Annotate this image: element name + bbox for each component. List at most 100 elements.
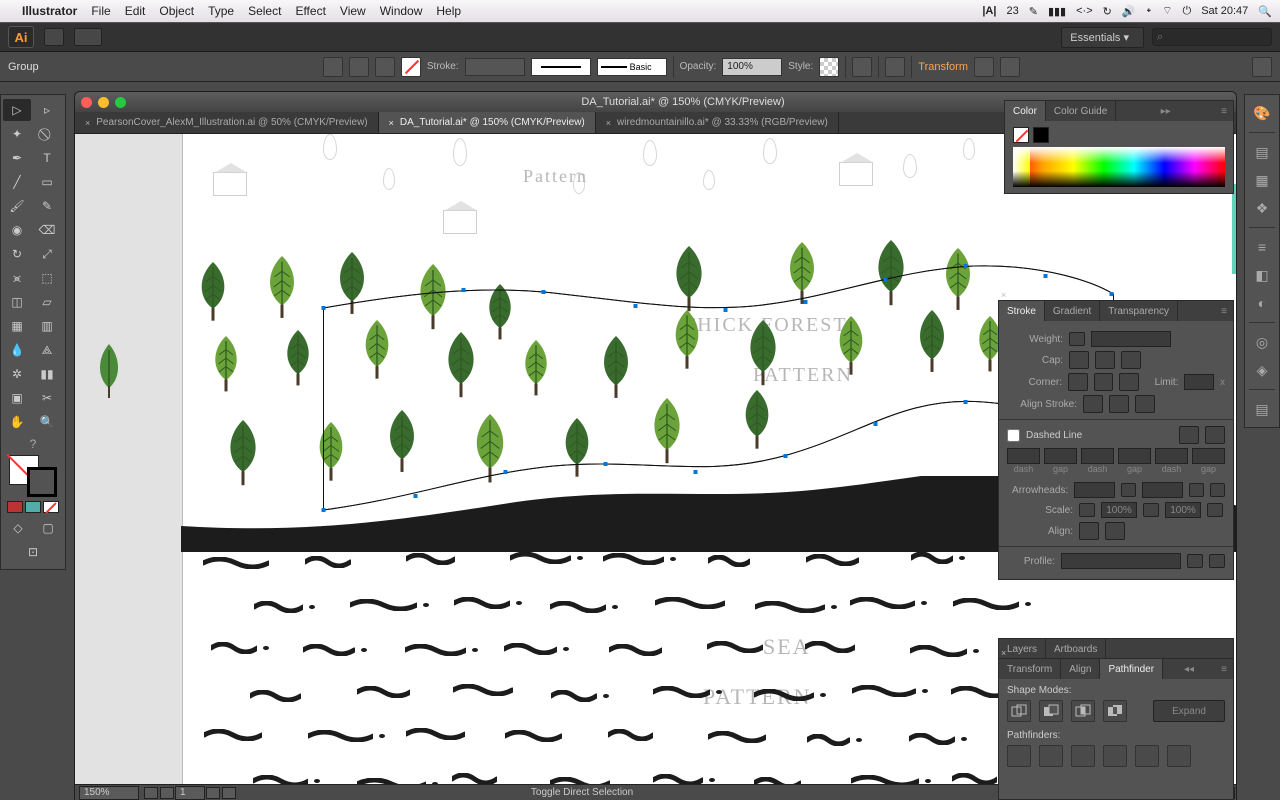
- power-icon[interactable]: ⏻: [1183, 5, 1192, 18]
- blend-tool[interactable]: ⟁: [33, 339, 61, 361]
- first-artboard-btn[interactable]: [144, 787, 158, 799]
- menu-object[interactable]: Object: [159, 4, 194, 18]
- align-outside-btn[interactable]: [1135, 395, 1155, 413]
- help-ctrl[interactable]: [375, 57, 395, 77]
- close-icon[interactable]: ×: [606, 118, 611, 128]
- graphic-styles-icon[interactable]: ◈: [1249, 358, 1275, 382]
- paintbrush-tool[interactable]: 🖌: [3, 195, 31, 217]
- brush-definition[interactable]: Basic: [597, 58, 667, 76]
- app-menu-name[interactable]: Illustrator: [22, 4, 77, 18]
- profile-flip-y[interactable]: [1209, 554, 1225, 568]
- align-center-btn[interactable]: [1083, 395, 1103, 413]
- artboards-tab[interactable]: Artboards: [1046, 639, 1106, 659]
- color-tab[interactable]: Color: [1005, 101, 1046, 121]
- mesh-tool[interactable]: ▦: [3, 315, 31, 337]
- dash-input[interactable]: [1081, 448, 1114, 464]
- arrow-align-tip-btn[interactable]: [1079, 522, 1099, 540]
- dash-input[interactable]: [1007, 448, 1040, 464]
- doc-tab-1[interactable]: ×DA_Tutorial.ai* @ 150% (CMYK/Preview): [379, 112, 596, 133]
- corner-round-btn[interactable]: [1094, 373, 1114, 391]
- arrow-scale-end[interactable]: 100%: [1165, 502, 1201, 518]
- crop-btn[interactable]: [1103, 745, 1127, 767]
- draw-mode-normal[interactable]: ◇: [4, 517, 32, 539]
- panel-close-btn[interactable]: ×: [1001, 648, 1011, 658]
- menu-file[interactable]: File: [91, 4, 110, 18]
- color-mode-btn[interactable]: [7, 501, 23, 513]
- stroke-indicator[interactable]: [1033, 127, 1049, 143]
- cap-square-btn[interactable]: [1121, 351, 1141, 369]
- weight-stepper[interactable]: [1069, 332, 1085, 346]
- change-screen-mode[interactable]: ⊡: [19, 541, 47, 563]
- slice-tool[interactable]: ✂: [33, 387, 61, 409]
- eyedropper-tool[interactable]: 💧: [3, 339, 31, 361]
- merge-btn[interactable]: [1071, 745, 1095, 767]
- graphic-style-ctrl[interactable]: [819, 57, 839, 77]
- symbol-sprayer-tool[interactable]: ✲: [3, 363, 31, 385]
- evernote-icon[interactable]: ✎: [1029, 5, 1038, 18]
- eraser-tool[interactable]: ⌫: [33, 219, 61, 241]
- type-tool[interactable]: T: [33, 147, 61, 169]
- battery-icon[interactable]: ▮▮▮: [1048, 5, 1066, 18]
- color-themes-icon[interactable]: 🎨: [1249, 101, 1275, 125]
- dash-input[interactable]: [1155, 448, 1188, 464]
- miter-limit-input[interactable]: [1184, 374, 1214, 390]
- zoom-window-btn[interactable]: [115, 97, 126, 108]
- fill-stroke-selector[interactable]: [9, 455, 57, 497]
- gradient-tab[interactable]: Gradient: [1045, 301, 1100, 321]
- bluetooth-icon[interactable]: ᛭: [1146, 5, 1153, 17]
- arrow-scale-link[interactable]: [1207, 503, 1223, 517]
- corner-bevel-btn[interactable]: [1119, 373, 1139, 391]
- corner-miter-btn[interactable]: [1068, 373, 1088, 391]
- color-spectrum[interactable]: [1013, 147, 1225, 187]
- profile-select[interactable]: [1061, 553, 1181, 569]
- rectangle-tool[interactable]: ▭: [33, 171, 61, 193]
- arrow-swap-btn[interactable]: [1210, 483, 1225, 497]
- next-artboard-btn[interactable]: [206, 787, 220, 799]
- pencil-tool[interactable]: ✎: [33, 195, 61, 217]
- fill-indicator[interactable]: [1013, 127, 1029, 143]
- direct-selection-tool[interactable]: ▹: [33, 99, 61, 121]
- menu-edit[interactable]: Edit: [125, 4, 146, 18]
- zoom-tool[interactable]: 🔍: [33, 411, 61, 433]
- arrow-scale-start-step[interactable]: [1079, 503, 1095, 517]
- gap-input[interactable]: [1118, 448, 1151, 464]
- pen-tool[interactable]: ✒: [3, 147, 31, 169]
- control-menu-btn[interactable]: [1252, 57, 1272, 77]
- doc-tab-0[interactable]: ×PearsonCover_AlexM_Illustration.ai @ 50…: [75, 112, 379, 133]
- opacity-input[interactable]: 100%: [722, 58, 782, 76]
- panel-collapse-btn[interactable]: ▸▸: [1157, 101, 1175, 121]
- close-window-btn[interactable]: [81, 97, 92, 108]
- panel-close-btn[interactable]: ×: [1001, 290, 1011, 300]
- hand-tool[interactable]: ✋: [3, 411, 31, 433]
- pathfinder-tab[interactable]: Pathfinder: [1100, 659, 1163, 679]
- menu-help[interactable]: Help: [436, 4, 461, 18]
- wifi-icon[interactable]: ⌔: [1162, 4, 1172, 18]
- gap-input[interactable]: [1192, 448, 1225, 464]
- code-icon[interactable]: <·>: [1076, 5, 1093, 17]
- dash-preserve-btn[interactable]: [1179, 426, 1199, 444]
- menu-type[interactable]: Type: [208, 4, 234, 18]
- nofill-ctrl[interactable]: [401, 57, 421, 77]
- dashed-checkbox[interactable]: [1007, 429, 1020, 442]
- gradient-icon[interactable]: ◧: [1249, 263, 1275, 287]
- panel-menu-btn[interactable]: ≡: [1215, 659, 1233, 679]
- none-mode-btn[interactable]: [43, 501, 59, 513]
- transparency-tab[interactable]: Transparency: [1100, 301, 1178, 321]
- symbols-icon[interactable]: ❖: [1249, 196, 1275, 220]
- doc-tab-2[interactable]: ×wiredmountainillo.ai* @ 33.33% (RGB/Pre…: [596, 112, 839, 133]
- panel-menu-btn[interactable]: ≡: [1215, 301, 1233, 321]
- prev-artboard-btn[interactable]: [160, 787, 174, 799]
- transform-tab[interactable]: Transform: [999, 659, 1061, 679]
- clock[interactable]: Sat 20:47: [1201, 5, 1248, 17]
- intersect-btn[interactable]: [1071, 700, 1095, 722]
- exclude-btn[interactable]: [1103, 700, 1127, 722]
- perspective-tool[interactable]: ▱: [33, 291, 61, 313]
- appearance-icon[interactable]: ◎: [1249, 330, 1275, 354]
- align-inside-btn[interactable]: [1109, 395, 1129, 413]
- scale-tool[interactable]: ⤢: [33, 243, 61, 265]
- free-transform-tool[interactable]: ⬚: [33, 267, 61, 289]
- gap-input[interactable]: [1044, 448, 1077, 464]
- stroke-width-profile[interactable]: [531, 58, 591, 76]
- sync-icon[interactable]: ↻: [1103, 5, 1112, 18]
- swatches-icon[interactable]: ▦: [1249, 168, 1275, 192]
